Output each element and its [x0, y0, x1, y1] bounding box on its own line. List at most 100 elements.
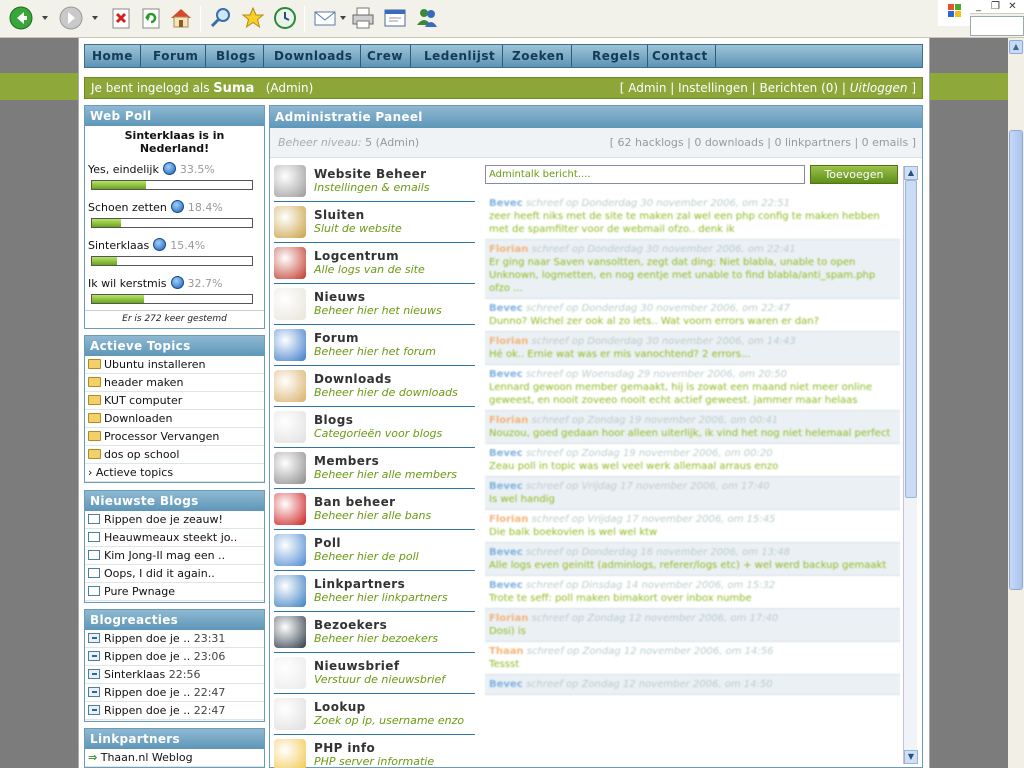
mail-dropdown-icon[interactable] — [340, 16, 346, 20]
admintalk-log: Bevec schreef op Donderdag 30 november 2… — [485, 194, 900, 764]
admin-item[interactable]: Nieuwsbrief Verstuur de nieuwsbrief — [274, 653, 475, 694]
admin-link[interactable]: Admin — [628, 81, 666, 95]
topic-label: Ubuntu installeren — [104, 358, 206, 371]
messenger-icon[interactable] — [414, 5, 440, 31]
admin-item-title: Forum — [314, 331, 359, 345]
scroll-down-icon[interactable]: ▼ — [904, 750, 918, 764]
forward-icon[interactable] — [58, 5, 84, 31]
settings-link[interactable]: Instellingen — [678, 81, 748, 95]
blog-item[interactable]: Pure Pwnage — [85, 583, 264, 601]
reaction-item[interactable]: Sinterklaas 22:56 — [85, 666, 264, 684]
admin-item[interactable]: Blogs Categorieën voor blogs — [274, 407, 475, 448]
nav-zoeken[interactable]: Zoeken — [505, 45, 573, 67]
poll-option-label: Schoen zetten — [88, 201, 167, 214]
admin-item[interactable]: Bezoekers Beheer hier bezoekers — [274, 612, 475, 653]
mail-icon[interactable] — [312, 5, 338, 31]
admin-item[interactable]: Sluiten Sluit de website — [274, 202, 475, 243]
admintalk-entry: Bevec schreef op Zondag 19 november 2006… — [485, 444, 900, 477]
window-scrollbar[interactable]: ▲ — [1008, 38, 1024, 768]
admin-item[interactable]: Ban beheer Beheer hier alle bans — [274, 489, 475, 530]
messages-link[interactable]: Berichten (0) — [760, 81, 839, 95]
admintalk-message: Trote te seff: poll maken bimakort over … — [489, 593, 752, 604]
admintalk-message: Er ging naar Saven vansoltten, zegt dat … — [489, 257, 876, 294]
blog-item[interactable]: Kim Jong-Il mag een .. — [85, 547, 264, 565]
poll-option[interactable]: Sinterklaas 15.4% — [85, 234, 264, 272]
blog-item[interactable]: Heauwmeaux steekt jo.. — [85, 529, 264, 547]
blog-icon — [88, 532, 100, 542]
admin-item-title: Bezoekers — [314, 618, 388, 632]
window-scrollbar-thumb[interactable] — [1009, 130, 1023, 590]
admin-item[interactable]: Nieuws Beheer hier het nieuws — [274, 284, 475, 325]
address-field[interactable] — [970, 16, 1024, 36]
dial-icon — [274, 616, 306, 648]
topic-item[interactable]: KUT computer — [85, 392, 264, 410]
edit-icon[interactable] — [382, 5, 408, 31]
reply-icon — [88, 633, 100, 643]
poll-option[interactable]: Ik wil kerstmis 32.7% — [85, 272, 264, 310]
topics-more-link[interactable]: › Actieve topics — [85, 464, 264, 482]
home-icon[interactable] — [168, 5, 194, 31]
admintalk-author: Bevec — [489, 580, 523, 591]
letter-arrow-icon — [274, 657, 306, 689]
admin-item[interactable]: Members Beheer hier alle members — [274, 448, 475, 489]
topic-item[interactable]: Ubuntu installeren — [85, 356, 264, 374]
folder-icon — [88, 359, 101, 369]
admintalk-submit-button[interactable]: Toevoegen — [810, 165, 898, 184]
admintalk-author: Florian — [489, 613, 529, 624]
nav-regels[interactable]: Regels — [585, 45, 649, 67]
admin-item[interactable]: Poll Beheer hier de poll — [274, 530, 475, 571]
scroll-up-icon[interactable]: ▲ — [1009, 40, 1023, 54]
topic-label: Downloaden — [104, 412, 173, 425]
stop-icon[interactable] — [108, 5, 134, 31]
poll-options: Yes, eindelijk 33.5% Schoen zetten 18.4% Sin… — [85, 158, 264, 310]
nav-ledenlijst[interactable]: Ledenlijst — [417, 45, 504, 67]
topic-item[interactable]: header maken — [85, 374, 264, 392]
close-button[interactable]: ✕ — [1004, 0, 1021, 13]
topic-item[interactable]: Processor Vervangen — [85, 428, 264, 446]
admin-item[interactable]: Logcentrum Alle logs van de site — [274, 243, 475, 284]
blog-item[interactable]: Rippen doe je zeauw! — [85, 511, 264, 529]
nav-contact[interactable]: Contact — [645, 45, 716, 67]
admin-item[interactable]: Website Beheer Instellingen & emails — [274, 161, 475, 202]
history-icon[interactable] — [272, 5, 298, 31]
forward-dropdown-icon[interactable] — [92, 16, 98, 20]
minimize-button[interactable]: _ — [970, 0, 987, 13]
logout-link[interactable]: Uitloggen — [850, 81, 908, 95]
favorites-icon[interactable] — [240, 5, 266, 31]
admin-item[interactable]: Forum Beheer hier het forum — [274, 325, 475, 366]
admintalk-author: Florian — [489, 415, 529, 426]
poll-option[interactable]: Schoen zetten 18.4% — [85, 196, 264, 234]
admin-item[interactable]: PHP info PHP server informatie — [274, 735, 475, 768]
back-dropdown-icon[interactable] — [42, 16, 48, 20]
smiley-icon — [153, 238, 167, 251]
back-icon[interactable] — [8, 5, 34, 31]
admin-item[interactable]: Lookup Zoek op ip, username enzo — [274, 694, 475, 735]
admin-item[interactable]: Linkpartners Beheer hier linkpartners — [274, 571, 475, 612]
nav-downloads[interactable]: Downloads — [267, 45, 361, 67]
scrollbar-thumb[interactable] — [905, 180, 917, 498]
partner-item[interactable]: ⇒ Thaan.nl Weblog — [85, 749, 264, 767]
reaction-item[interactable]: Rippen doe je .. 22:47 — [85, 684, 264, 702]
reaction-item[interactable]: Rippen doe je .. 22:47 — [85, 702, 264, 720]
nav-forum[interactable]: Forum — [146, 45, 207, 67]
admintalk-meta: schreef op Zondag 19 november 2006, om 0… — [531, 415, 779, 426]
admintalk-scrollbar[interactable]: ▲ ▼ — [903, 166, 918, 764]
admin-item[interactable]: Downloads Beheer hier de downloads — [274, 366, 475, 407]
topic-item[interactable]: Downloaden — [85, 410, 264, 428]
nav-blogs[interactable]: Blogs — [209, 45, 264, 67]
reaction-item[interactable]: Rippen doe je .. 23:06 — [85, 648, 264, 666]
nav-crew[interactable]: Crew — [360, 45, 411, 67]
search-icon[interactable] — [208, 5, 234, 31]
topic-item[interactable]: dos op school — [85, 446, 264, 464]
blog-item[interactable]: Oops, I did it again.. — [85, 565, 264, 583]
nav-home[interactable]: Home — [85, 45, 141, 67]
print-icon[interactable] — [350, 5, 376, 31]
restore-button[interactable]: ❐ — [987, 0, 1004, 13]
admintalk-author: Florian — [489, 244, 529, 255]
refresh-icon[interactable] — [138, 5, 164, 31]
smiley-icon — [162, 162, 176, 175]
scroll-up-icon[interactable]: ▲ — [904, 166, 918, 180]
poll-option[interactable]: Yes, eindelijk 33.5% — [85, 158, 264, 196]
admintalk-input[interactable]: Admintalk bericht.... — [485, 165, 805, 184]
reaction-item[interactable]: Rippen doe je .. 23:31 — [85, 630, 264, 648]
